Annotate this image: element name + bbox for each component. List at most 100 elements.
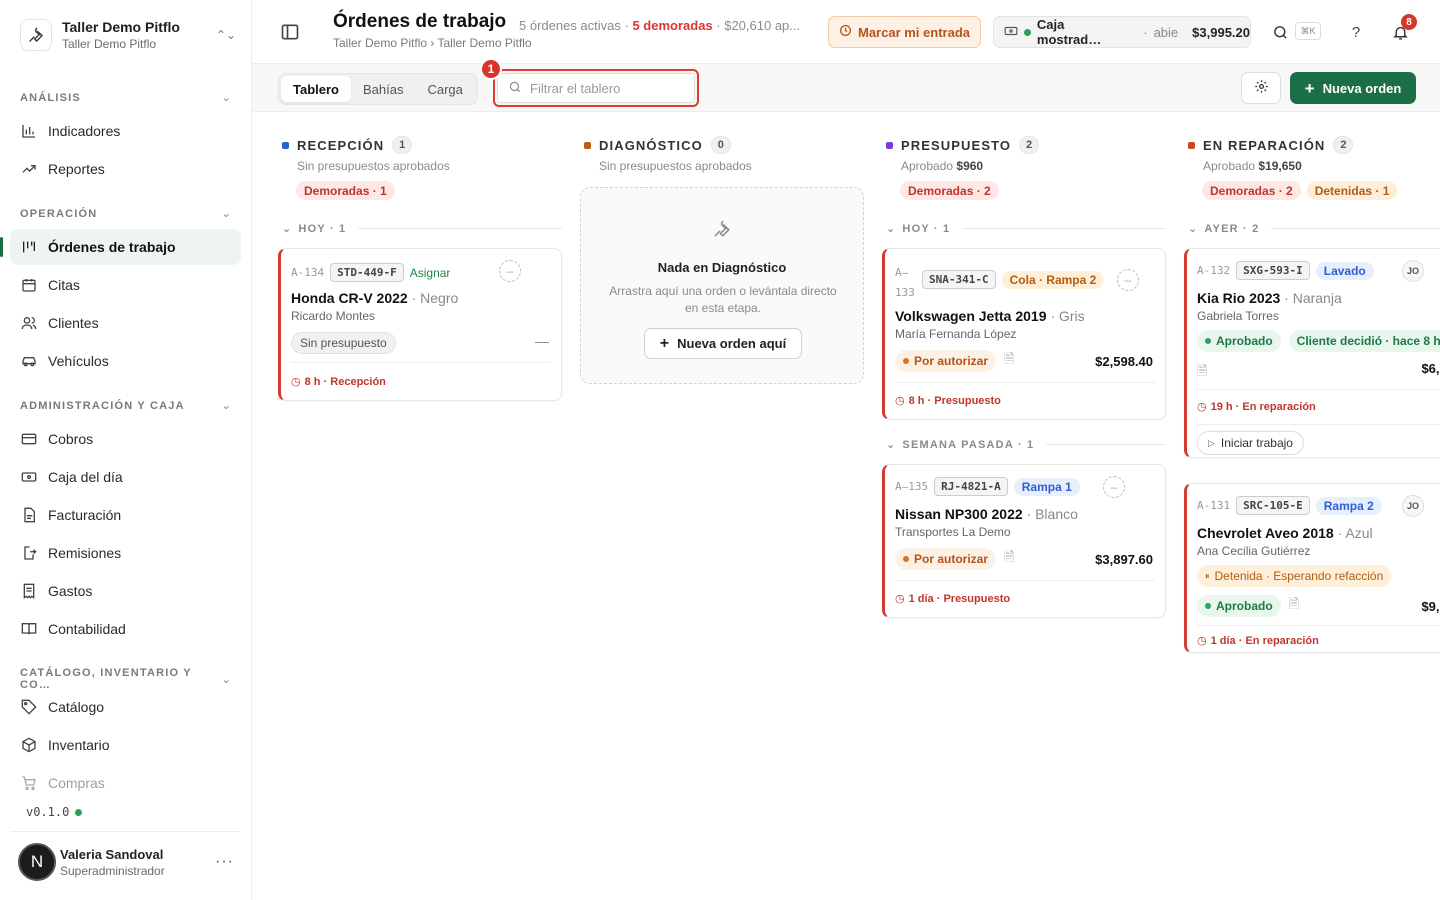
- assignee-placeholder-icon[interactable]: –: [499, 260, 521, 282]
- section-operacion[interactable]: OPERACIÓN ⌄: [20, 207, 232, 221]
- checkin-button[interactable]: Marcar mi entrada: [828, 16, 981, 48]
- document-icon[interactable]: 🗎: [1289, 595, 1299, 617]
- order-card[interactable]: A-131 SRC-105-E Rampa 2 JO Chevrolet Ave…: [1184, 483, 1440, 653]
- notification-badge: 8: [1401, 14, 1417, 30]
- sidebar-item-ordenes[interactable]: Órdenes de trabajo: [0, 229, 241, 265]
- column-subtitle: Aprobado $960: [901, 159, 984, 173]
- group-header[interactable]: ⌄ AYER · 2: [1188, 222, 1440, 235]
- group-header[interactable]: ⌄ SEMANA PASADA · 1: [886, 438, 1166, 451]
- search-icon[interactable]: [1270, 22, 1290, 42]
- user-menu[interactable]: N Valeria Sandoval Superadministrador ··…: [18, 842, 242, 882]
- divider: [895, 382, 1155, 383]
- status-dot: [75, 808, 83, 816]
- breadcrumb[interactable]: Taller Demo Pitflo › Taller Demo Pitflo: [333, 36, 532, 50]
- divider: [895, 580, 1155, 581]
- elapsed-time: ◷ 8 h · Presupuesto: [895, 394, 1001, 408]
- sidebar-item-indicadores[interactable]: Indicadores: [10, 113, 241, 149]
- sidebar-item-catalogo[interactable]: Catálogo: [10, 689, 241, 725]
- document-icon[interactable]: 🗎: [1004, 350, 1014, 372]
- column-header: PRESUPUESTO 2: [886, 136, 1040, 154]
- sidebar-item-clientes[interactable]: Clientes: [10, 305, 241, 341]
- help-icon[interactable]: ?: [1346, 22, 1366, 42]
- sidebar-item-caja[interactable]: Caja del día: [10, 459, 241, 495]
- late-filter-pill[interactable]: Demoradas · 2: [1202, 181, 1301, 200]
- vehicle-title: Kia Rio 2023 · Naranja: [1197, 290, 1342, 306]
- sidebar-item-contabilidad[interactable]: Contabilidad: [10, 611, 241, 647]
- filter-input[interactable]: [530, 80, 680, 96]
- clock-icon: ◷: [1197, 401, 1207, 413]
- assignee-placeholder-icon[interactable]: –: [1103, 476, 1125, 498]
- new-order-here-button[interactable]: + Nueva orden aquí: [644, 328, 802, 359]
- more-icon[interactable]: ···: [215, 853, 234, 871]
- elapsed-time: ◷ 8 h · Recepción: [291, 375, 386, 389]
- chevron-down-icon: ⌄: [221, 208, 232, 220]
- chevron-down-icon: ⌄: [221, 400, 232, 412]
- section-administracion[interactable]: ADMINISTRACIÓN Y CAJA ⌄: [20, 399, 232, 413]
- plate: SNA-341-C: [922, 270, 996, 289]
- section-catalogo[interactable]: CATÁLOGO, INVENTARIO Y CO… ⌄: [20, 667, 232, 691]
- cash-icon: [1004, 24, 1018, 41]
- order-card[interactable]: A–135 RJ-4821-A Rampa 1 – Nissan NP300 2…: [882, 464, 1166, 618]
- tag-icon: [20, 698, 38, 716]
- annotation-marker: 1: [480, 58, 502, 80]
- vehicle-title: Honda CR-V 2022 · Negro: [291, 290, 459, 306]
- document-icon[interactable]: 🗎: [1004, 548, 1014, 570]
- tab-tablero[interactable]: Tablero: [281, 76, 351, 102]
- status-pill: Por autorizar: [895, 350, 997, 372]
- app-version: v0.1.0: [26, 805, 83, 819]
- held-filter-pill[interactable]: Detenidas · 1: [1306, 181, 1398, 200]
- status-pill: Aprobado: [1197, 330, 1281, 352]
- divider: [291, 362, 551, 363]
- board-settings-button[interactable]: [1241, 72, 1281, 104]
- divider: [10, 831, 240, 832]
- late-filter-pill[interactable]: Demoradas · 1: [296, 181, 395, 200]
- tab-bahias[interactable]: Bahías: [351, 76, 415, 102]
- sidebar-toggle-icon[interactable]: [280, 22, 300, 42]
- start-work-button[interactable]: ▷ Iniciar trabajo: [1197, 431, 1304, 455]
- empty-dropzone[interactable]: Nada en Diagnóstico Arrastra aquí una or…: [580, 187, 864, 384]
- group-header[interactable]: ⌄ HOY · 1: [886, 222, 1166, 235]
- sidebar-item-gastos[interactable]: Gastos: [10, 573, 241, 609]
- receipt-icon: [20, 582, 38, 600]
- stage-color: [584, 141, 591, 149]
- chevron-down-icon: ⌄: [886, 439, 897, 451]
- hold-pill: ⏸ Detenida · Esperando refacción: [1197, 565, 1392, 587]
- assign-link[interactable]: Asignar: [410, 266, 451, 280]
- group-header[interactable]: ⌄ HOY · 1: [282, 222, 562, 235]
- order-amount: $6,67: [1421, 361, 1440, 376]
- car-icon: [20, 352, 38, 370]
- bay-tag: Lavado: [1315, 261, 1374, 280]
- vehicle-title: Volkswagen Jetta 2019 · Gris: [895, 308, 1085, 324]
- filter-box: [497, 73, 695, 103]
- cash-register-button[interactable]: Caja mostrad… · abie $3,995.20: [993, 16, 1251, 48]
- plate: SRC-105-E: [1236, 496, 1310, 515]
- tab-carga[interactable]: Carga: [415, 76, 474, 102]
- document-icon[interactable]: 🗎: [1197, 362, 1207, 384]
- workspace-switcher[interactable]: Taller Demo Pitflo Taller Demo Pitflo ⌃⌄: [10, 10, 242, 60]
- order-card[interactable]: A-134 STD-449-F Asignar – Honda CR-V 202…: [278, 248, 562, 401]
- order-amount: $3,897.60: [1095, 552, 1153, 567]
- sidebar-item-facturacion[interactable]: Facturación: [10, 497, 241, 533]
- avatar[interactable]: JO: [1402, 495, 1424, 517]
- sidebar-item-cobros[interactable]: Cobros: [10, 421, 241, 457]
- bay-tag: Cola · Rampa 2: [1001, 270, 1105, 289]
- order-card[interactable]: A-132 SXG-593-I Lavado JO Kia Rio 2023 ·…: [1184, 248, 1440, 458]
- elapsed-time: ◷ 1 día · Presupuesto: [895, 592, 1011, 606]
- board-toolbar: Tablero Bahías Carga 1 + Nueva orden: [252, 58, 1440, 112]
- sidebar-item-reportes[interactable]: Reportes: [10, 151, 241, 187]
- stage-color: [886, 141, 893, 149]
- gear-icon: [1254, 79, 1269, 97]
- sidebar-item-remisiones[interactable]: Remisiones: [10, 535, 241, 571]
- sidebar-item-inventario[interactable]: Inventario: [10, 727, 241, 763]
- sidebar-item-vehiculos[interactable]: Vehículos: [10, 343, 241, 379]
- sidebar-item-citas[interactable]: Citas: [10, 267, 241, 303]
- new-order-button[interactable]: + Nueva orden: [1290, 72, 1416, 104]
- page-title: Órdenes de trabajo: [333, 11, 507, 32]
- assignee-placeholder-icon[interactable]: –: [1117, 269, 1139, 291]
- avatar[interactable]: JO: [1402, 260, 1424, 282]
- order-code: A–135: [895, 480, 929, 493]
- order-card[interactable]: A– 133 SNA-341-C Cola · Rampa 2 – Volkswa…: [882, 248, 1166, 420]
- section-analisis[interactable]: ANÁLISIS ⌄: [20, 91, 232, 105]
- sidebar-item-compras[interactable]: Compras: [10, 765, 241, 801]
- late-filter-pill[interactable]: Demoradas · 2: [900, 181, 999, 200]
